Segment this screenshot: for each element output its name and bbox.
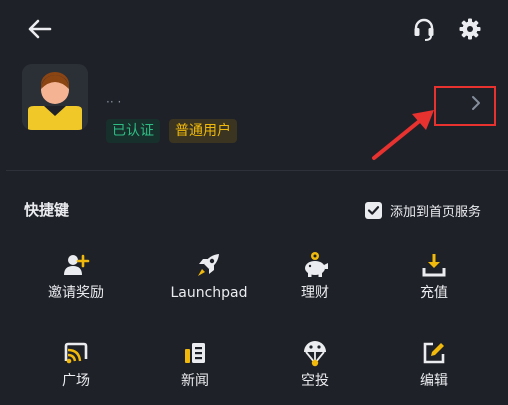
- back-button[interactable]: [26, 16, 54, 42]
- verified-badge: 已认证: [106, 119, 160, 143]
- airdrop-icon: [304, 341, 326, 367]
- add-to-home-checkbox[interactable]: [365, 201, 382, 219]
- shortcut-label: Launchpad: [170, 285, 248, 301]
- top-bar: [0, 0, 508, 58]
- edit-icon: [423, 342, 445, 364]
- add-to-home-label: 添加到首页服务: [390, 204, 482, 220]
- shortcuts-title: 快捷键: [24, 201, 70, 219]
- user-level-badge: 普通用户: [169, 119, 237, 143]
- avatar[interactable]: [22, 64, 88, 130]
- shortcut-invite-rewards[interactable]: 邀请奖励: [21, 251, 131, 311]
- shortcut-launchpad[interactable]: Launchpad: [154, 251, 264, 311]
- deposit-icon: [422, 254, 446, 277]
- shortcut-airdrop[interactable]: 空投: [260, 339, 370, 399]
- annotation-arrow-icon: [372, 110, 434, 160]
- settings-button[interactable]: [456, 15, 484, 43]
- shortcut-label: 理财: [301, 285, 329, 301]
- shortcut-square[interactable]: 广场: [21, 339, 131, 399]
- gear-icon: [459, 18, 481, 40]
- shortcut-deposit[interactable]: 充值: [379, 251, 489, 311]
- shortcut-label: 充值: [420, 285, 448, 301]
- piggy-bank-icon: [305, 252, 328, 277]
- shortcut-news[interactable]: 新闻: [140, 339, 250, 399]
- shortcut-edit[interactable]: 编辑: [379, 339, 489, 399]
- shortcut-label: 空投: [301, 373, 329, 389]
- arrow-left-icon: [28, 19, 52, 39]
- support-button[interactable]: [410, 15, 438, 43]
- add-to-home-toggle[interactable]: 添加到首页服务: [365, 200, 481, 220]
- section-divider: [6, 170, 508, 171]
- square-feed-icon: [64, 342, 88, 364]
- shortcut-earn[interactable]: 理财: [260, 251, 370, 311]
- checkmark-icon: [367, 205, 380, 215]
- shortcut-label: 新闻: [181, 373, 209, 389]
- username: ·· ·: [106, 95, 122, 109]
- news-icon: [185, 343, 205, 363]
- shortcut-label: 编辑: [420, 373, 448, 389]
- headset-icon: [414, 18, 434, 41]
- shortcut-label: 邀请奖励: [48, 285, 104, 301]
- user-avatar-icon: [22, 64, 88, 130]
- invite-user-icon: [64, 254, 90, 275]
- rocket-icon: [198, 254, 219, 276]
- annotation-highlight-box: [434, 86, 496, 126]
- shortcut-label: 广场: [62, 373, 90, 389]
